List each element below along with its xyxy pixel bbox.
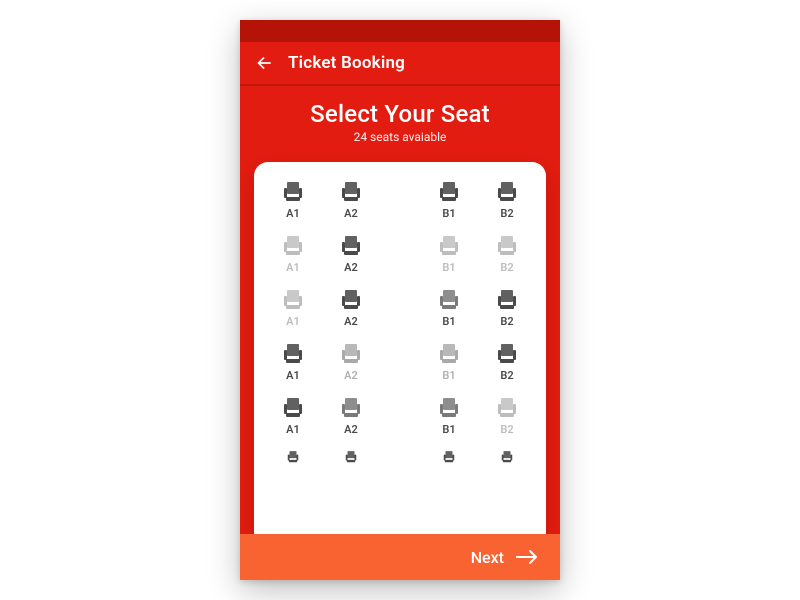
seat-pair-right: B1 B2	[432, 342, 524, 382]
seat-pair-right: B1 B2	[432, 234, 524, 274]
seat-label: A2	[344, 369, 358, 382]
next-label: Next	[471, 548, 504, 567]
seat-label: A2	[344, 207, 358, 220]
seat-pair-right: B1 B2	[432, 180, 524, 220]
seat-label: B2	[500, 315, 513, 328]
seat-label: B1	[442, 369, 455, 382]
availability-subtitle: 24 seats avaiable	[240, 130, 560, 144]
seat-pair-left: A1 A2	[276, 396, 368, 436]
seat[interactable]: A1	[276, 288, 310, 328]
seat-pair-right: B1 B2	[432, 288, 524, 328]
page-title: Select Your Seat	[240, 100, 560, 128]
app-bar: Ticket Booking	[240, 42, 560, 86]
seat-map-card: A1 A2 B1 B2 A1 A2 B1 B2	[254, 162, 546, 580]
seat[interactable]: A1	[276, 180, 310, 220]
status-bar	[240, 20, 560, 42]
back-button[interactable]	[254, 53, 274, 73]
seat[interactable]: B2	[490, 288, 524, 328]
arrow-left-icon	[254, 53, 274, 73]
seat[interactable]: A2	[334, 342, 368, 382]
seat-label: B1	[442, 423, 455, 436]
seat[interactable]: A2	[334, 234, 368, 274]
seat-label: B2	[500, 369, 513, 382]
seat[interactable]: B1	[432, 342, 466, 382]
seat-label: A2	[344, 261, 358, 274]
seat-pair-left: A1 A2	[276, 234, 368, 274]
seat[interactable]: B2	[490, 342, 524, 382]
seat-pair-right: B1 B2	[432, 396, 524, 436]
seat-label: A1	[286, 315, 300, 328]
next-button[interactable]: Next	[240, 534, 560, 580]
seat-label: A2	[344, 423, 358, 436]
seat[interactable]: A1	[276, 342, 310, 382]
seat[interactable]: A1	[276, 450, 310, 464]
seat-row: A1 A2 B1 B2	[276, 288, 524, 328]
seat-pair-right: B1 B2	[432, 450, 524, 464]
phone-frame: Ticket Booking Select Your Seat 24 seats…	[240, 20, 560, 580]
seat-row: A1 A2 B1 B2	[276, 234, 524, 274]
seat[interactable]: B1	[432, 180, 466, 220]
seat-grid: A1 A2 B1 B2 A1 A2 B1 B2	[254, 162, 546, 464]
seat[interactable]: B1	[432, 234, 466, 274]
seat[interactable]: B1	[432, 396, 466, 436]
appbar-title: Ticket Booking	[288, 53, 405, 73]
seat-label: A1	[286, 261, 300, 274]
seat[interactable]: A2	[334, 288, 368, 328]
seat-pair-left: A1 A2	[276, 450, 368, 464]
seat-label: B1	[442, 315, 455, 328]
seat-label: A2	[344, 315, 358, 328]
seat[interactable]: B1	[432, 450, 466, 464]
seat[interactable]: A2	[334, 450, 368, 464]
seat[interactable]: B2	[490, 450, 524, 464]
seat[interactable]: A2	[334, 396, 368, 436]
seat-pair-left: A1 A2	[276, 180, 368, 220]
seat-pair-left: A1 A2	[276, 288, 368, 328]
seat[interactable]: A1	[276, 396, 310, 436]
seat-row: A1 A2 B1 B2	[276, 450, 524, 464]
seat-label: B1	[442, 207, 455, 220]
seat-label: B2	[500, 261, 513, 274]
seat[interactable]: B2	[490, 396, 524, 436]
seat-label: A1	[286, 369, 300, 382]
seat-row: A1 A2 B1 B2	[276, 396, 524, 436]
seat[interactable]: A2	[334, 180, 368, 220]
arrow-right-icon	[516, 549, 540, 565]
seat-label: B2	[500, 207, 513, 220]
seat-label: A1	[286, 207, 300, 220]
seat-label: B2	[500, 423, 513, 436]
seat-row: A1 A2 B1 B2	[276, 342, 524, 382]
seat-label: B1	[442, 261, 455, 274]
seat[interactable]: A1	[276, 234, 310, 274]
page-header: Select Your Seat 24 seats avaiable	[240, 86, 560, 162]
stage: Ticket Booking Select Your Seat 24 seats…	[0, 0, 800, 600]
seat-row: A1 A2 B1 B2	[276, 180, 524, 220]
seat[interactable]: B1	[432, 288, 466, 328]
seat-pair-left: A1 A2	[276, 342, 368, 382]
seat[interactable]: B2	[490, 234, 524, 274]
seat-label: A1	[286, 423, 300, 436]
seat[interactable]: B2	[490, 180, 524, 220]
